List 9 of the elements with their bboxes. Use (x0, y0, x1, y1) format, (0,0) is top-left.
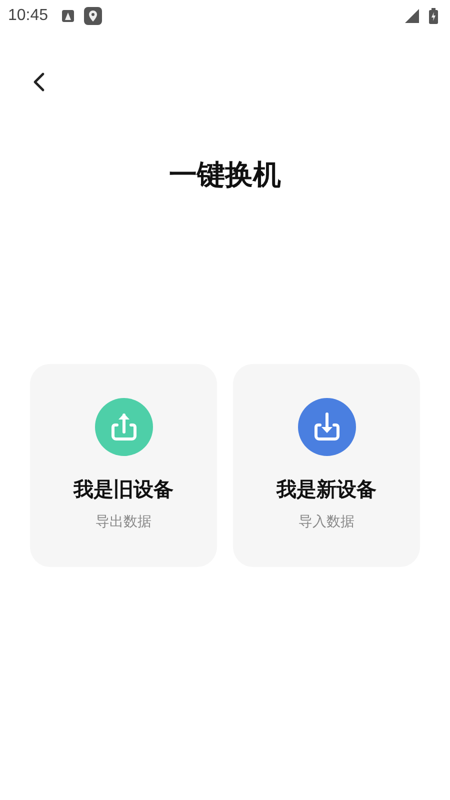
battery-icon (429, 8, 438, 24)
back-icon (32, 71, 46, 93)
page-title: 一键换机 (168, 157, 282, 193)
device-option-card[interactable]: 我是新设备 导入数据 (233, 364, 420, 567)
location-pin-icon (84, 7, 102, 25)
signal-icon (405, 9, 419, 23)
device-option-card[interactable]: 我是旧设备 导出数据 (30, 364, 217, 567)
notification-icon (62, 10, 74, 22)
status-time: 10:45 (8, 7, 48, 25)
